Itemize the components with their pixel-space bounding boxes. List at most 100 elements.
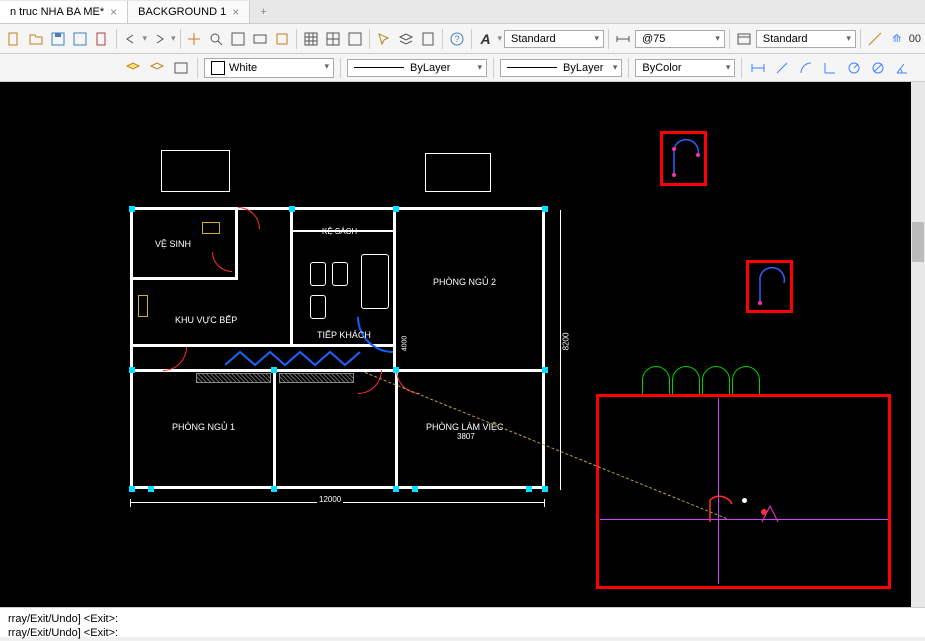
annotation-icon[interactable]: A bbox=[476, 29, 496, 49]
dim-aligned-icon[interactable] bbox=[772, 58, 792, 78]
coord-readout: 00 bbox=[909, 33, 921, 45]
green-arc bbox=[672, 366, 700, 394]
green-arc bbox=[642, 366, 670, 394]
dimension-text: 12000 bbox=[317, 495, 343, 504]
zoom-extents-icon[interactable] bbox=[250, 29, 270, 49]
color-dropdown[interactable]: White bbox=[204, 58, 334, 78]
undo-icon[interactable] bbox=[121, 29, 141, 49]
measure-icon[interactable] bbox=[865, 29, 885, 49]
hatch-pattern bbox=[196, 373, 271, 383]
detail-marker bbox=[760, 502, 790, 530]
zoom-window-icon[interactable] bbox=[228, 29, 248, 49]
cmd-history-line: rray/Exit/Undo] <Exit>: bbox=[8, 612, 917, 626]
export-icon[interactable] bbox=[92, 29, 112, 49]
open-icon[interactable] bbox=[26, 29, 46, 49]
room-label: TIẾP KHÁCH bbox=[317, 330, 371, 340]
properties-toolbar: White ByLayer ByLayer ByColor bbox=[0, 54, 925, 82]
dim-linear-icon[interactable] bbox=[748, 58, 768, 78]
layer-state-icon[interactable] bbox=[147, 58, 167, 78]
rect-object[interactable] bbox=[161, 150, 230, 192]
grip-handle[interactable] bbox=[393, 367, 399, 373]
rect-object[interactable] bbox=[425, 153, 491, 192]
table2-icon[interactable] bbox=[734, 29, 754, 49]
svg-text:?: ? bbox=[454, 34, 459, 44]
lineweight-dropdown[interactable]: ByLayer bbox=[500, 59, 622, 77]
detail-dot bbox=[742, 498, 747, 503]
grip-handle[interactable] bbox=[148, 486, 154, 492]
select-icon[interactable] bbox=[374, 29, 394, 49]
green-arc bbox=[702, 366, 730, 394]
furniture bbox=[332, 262, 348, 286]
furniture bbox=[310, 262, 326, 286]
hatch-pattern bbox=[279, 373, 354, 383]
dim-icon[interactable] bbox=[613, 29, 633, 49]
arc-object bbox=[670, 137, 702, 180]
grip-handle[interactable] bbox=[412, 486, 418, 492]
grip-handle[interactable] bbox=[271, 486, 277, 492]
calc-icon[interactable] bbox=[418, 29, 438, 49]
grip-handle[interactable] bbox=[526, 486, 532, 492]
grip-handle[interactable] bbox=[271, 367, 277, 373]
zoom-icon[interactable] bbox=[206, 29, 226, 49]
plot-style-dropdown[interactable]: ByColor bbox=[635, 59, 735, 77]
grip-handle[interactable] bbox=[129, 367, 135, 373]
dim-ordinate-icon[interactable] bbox=[820, 58, 840, 78]
vertical-scrollbar[interactable] bbox=[911, 82, 925, 607]
green-arc bbox=[732, 366, 760, 394]
furniture bbox=[361, 254, 389, 309]
tab-label: BACKGROUND 1 bbox=[138, 6, 226, 18]
dim-diameter-icon[interactable] bbox=[868, 58, 888, 78]
color-name: White bbox=[229, 61, 257, 73]
tab-file-1[interactable]: n truc NHA BA ME* × bbox=[0, 1, 128, 23]
drawing-canvas[interactable]: VỆ SINH KỆ SÁCH PHÒNG NGỦ 2 KHU VỰC BẾP … bbox=[0, 82, 925, 607]
dimension-text: 3807 bbox=[455, 432, 477, 441]
text-style-dropdown[interactable]: Standard bbox=[504, 30, 604, 48]
save-icon[interactable] bbox=[48, 29, 68, 49]
pan-icon[interactable] bbox=[185, 29, 205, 49]
grip-handle[interactable] bbox=[542, 206, 548, 212]
document-tabs: n truc NHA BA ME* × BACKGROUND 1 × + bbox=[0, 0, 925, 24]
dim-radius-icon[interactable] bbox=[844, 58, 864, 78]
tab-add-button[interactable]: + bbox=[250, 2, 276, 22]
close-icon[interactable]: × bbox=[110, 5, 117, 19]
redo-icon[interactable] bbox=[149, 29, 169, 49]
dim-arc-icon[interactable] bbox=[796, 58, 816, 78]
floor-plan-outline[interactable] bbox=[130, 207, 545, 489]
room-label: KỆ SÁCH bbox=[322, 227, 357, 236]
grip-handle[interactable] bbox=[129, 206, 135, 212]
help-icon[interactable]: ? bbox=[447, 29, 467, 49]
grip-handle[interactable] bbox=[542, 367, 548, 373]
grip-handle[interactable] bbox=[393, 206, 399, 212]
layer-icon[interactable] bbox=[123, 58, 143, 78]
dim-scale-dropdown[interactable]: @75 bbox=[635, 30, 725, 48]
furniture bbox=[310, 295, 326, 319]
table-icon[interactable] bbox=[301, 29, 321, 49]
dim-angular-icon[interactable] bbox=[892, 58, 912, 78]
grip-handle[interactable] bbox=[129, 486, 135, 492]
grip-handle[interactable] bbox=[393, 486, 399, 492]
arc-object bbox=[756, 265, 788, 308]
room-label: KHU VỰC BẾP bbox=[175, 315, 237, 325]
props-icon[interactable] bbox=[345, 29, 365, 49]
annotation-scale-icon[interactable]: ⟰ bbox=[887, 29, 907, 49]
layer-manager-icon[interactable] bbox=[171, 58, 191, 78]
room-label: VỆ SINH bbox=[155, 239, 191, 249]
linetype-name: ByLayer bbox=[410, 62, 450, 74]
close-icon[interactable]: × bbox=[232, 5, 239, 19]
regen-icon[interactable] bbox=[272, 29, 292, 49]
tab-file-2[interactable]: BACKGROUND 1 × bbox=[128, 1, 250, 23]
tab-label: n truc NHA BA ME* bbox=[10, 6, 104, 18]
grid-icon[interactable] bbox=[323, 29, 343, 49]
grip-handle[interactable] bbox=[289, 206, 295, 212]
main-toolbar: ▾ ▾ ? A ▾ Standard @75 Standard ⟰ 00 bbox=[0, 24, 925, 54]
grip-handle[interactable] bbox=[542, 486, 548, 492]
dim-style-dropdown[interactable]: Standard bbox=[756, 30, 856, 48]
layers-icon[interactable] bbox=[396, 29, 416, 49]
new-icon[interactable] bbox=[4, 29, 24, 49]
kitchen-fixture bbox=[202, 222, 220, 234]
command-line[interactable]: rray/Exit/Undo] <Exit>: rray/Exit/Undo] … bbox=[0, 607, 925, 637]
room-label: PHÒNG NGỦ 2 bbox=[433, 277, 496, 287]
saveas-icon[interactable] bbox=[70, 29, 90, 49]
dimension-text: 4000 bbox=[401, 334, 408, 354]
linetype-dropdown[interactable]: ByLayer bbox=[347, 59, 487, 77]
